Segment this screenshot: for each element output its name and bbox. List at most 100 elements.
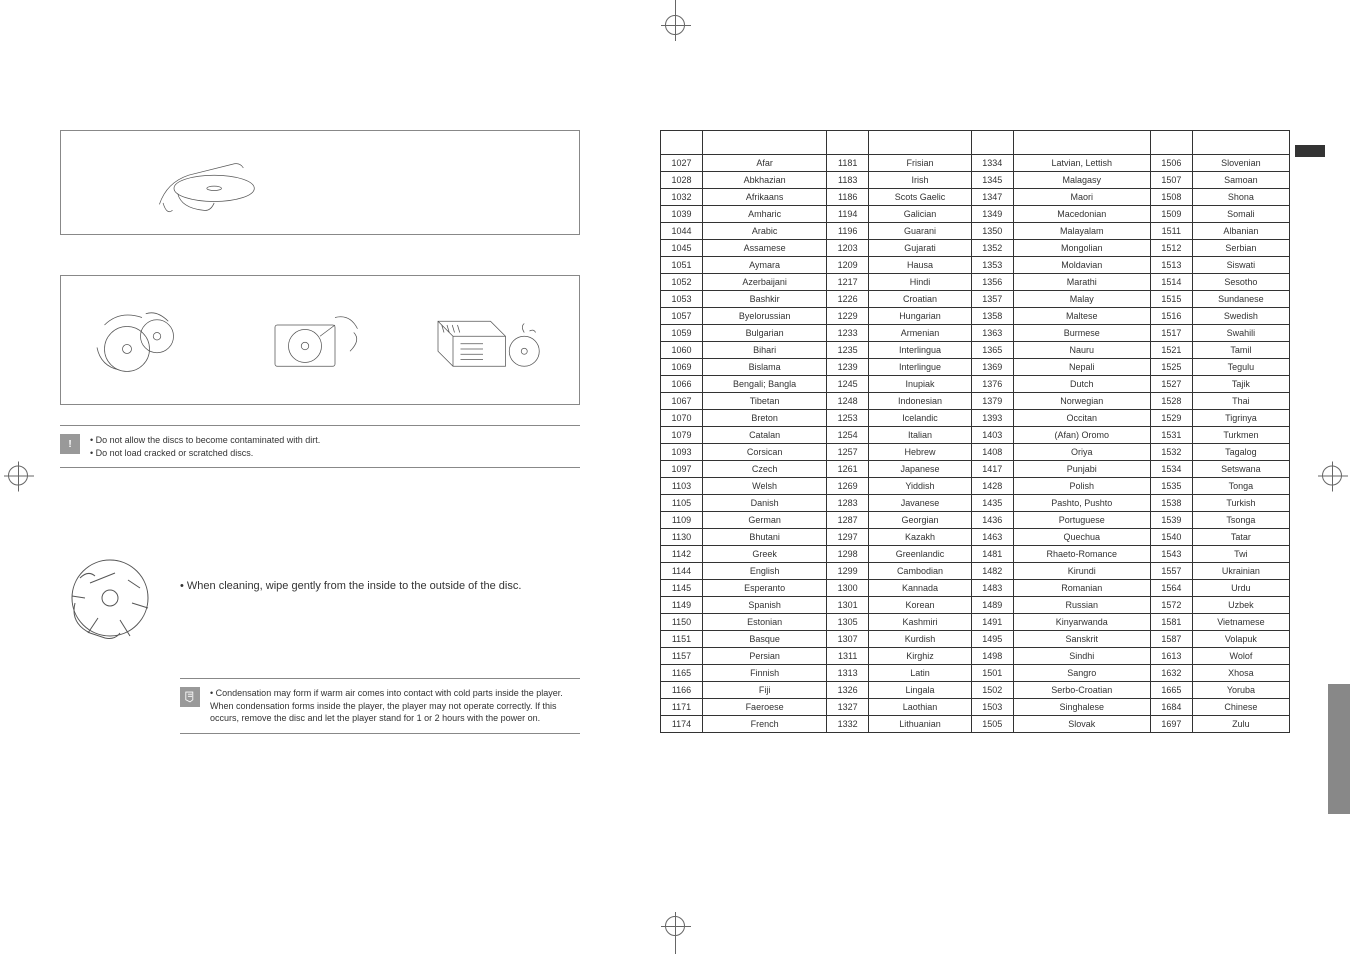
language-code-cell: 1130 xyxy=(661,529,703,546)
table-row: 1051Aymara1209Hausa1353Moldavian1513Sisw… xyxy=(661,257,1290,274)
language-name-cell: Estonian xyxy=(703,614,827,631)
language-name-cell: Afar xyxy=(703,155,827,172)
language-code-cell: 1587 xyxy=(1150,631,1192,648)
language-name-cell: Basque xyxy=(703,631,827,648)
language-name-cell: Nepali xyxy=(1013,359,1150,376)
language-name-cell: Javanese xyxy=(869,495,972,512)
language-name-cell: Japanese xyxy=(869,461,972,478)
language-code-cell: 1145 xyxy=(661,580,703,597)
language-code-cell: 1257 xyxy=(827,444,869,461)
language-code-cell: 1481 xyxy=(971,546,1013,563)
table-header-row xyxy=(661,131,1290,155)
language-code-cell: 1356 xyxy=(971,274,1013,291)
language-name-cell: Afrikaans xyxy=(703,189,827,206)
language-name-cell: Kirundi xyxy=(1013,563,1150,580)
language-code-cell: 1069 xyxy=(661,359,703,376)
language-name-cell: Hausa xyxy=(869,257,972,274)
table-row: 1142Greek1298Greenlandic1481Rhaeto-Roman… xyxy=(661,546,1290,563)
table-row: 1144English1299Cambodian1482Kirundi1557U… xyxy=(661,563,1290,580)
language-name-cell: Romanian xyxy=(1013,580,1150,597)
language-code-cell: 1253 xyxy=(827,410,869,427)
language-code-cell: 1093 xyxy=(661,444,703,461)
language-code-cell: 1245 xyxy=(827,376,869,393)
language-code-cell: 1408 xyxy=(971,444,1013,461)
language-code-cell: 1535 xyxy=(1150,478,1192,495)
language-code-cell: 1417 xyxy=(971,461,1013,478)
language-name-cell: Czech xyxy=(703,461,827,478)
language-code-table: 1027Afar1181Frisian1334Latvian, Lettish1… xyxy=(660,130,1290,733)
language-name-cell: Laothian xyxy=(869,699,972,716)
language-code-cell: 1376 xyxy=(971,376,1013,393)
language-name-cell: Bengali; Bangla xyxy=(703,376,827,393)
table-row: 1130Bhutani1297Kazakh1463Quechua1540Tata… xyxy=(661,529,1290,546)
language-name-cell: Nauru xyxy=(1013,342,1150,359)
language-code-cell: 1379 xyxy=(971,393,1013,410)
registration-mark-bottom xyxy=(665,916,685,939)
language-code-cell: 1183 xyxy=(827,172,869,189)
language-code-cell: 1363 xyxy=(971,325,1013,342)
language-name-cell: French xyxy=(703,716,827,733)
language-code-cell: 1051 xyxy=(661,257,703,274)
language-code-cell: 1428 xyxy=(971,478,1013,495)
language-name-cell: Assamese xyxy=(703,240,827,257)
language-code-cell: 1149 xyxy=(661,597,703,614)
language-name-cell: Somali xyxy=(1192,206,1289,223)
language-name-cell: Bislama xyxy=(703,359,827,376)
language-code-cell: 1613 xyxy=(1150,648,1192,665)
language-name-cell: Albanian xyxy=(1192,223,1289,240)
language-code-cell: 1028 xyxy=(661,172,703,189)
table-row: 1157Persian1311Kirghiz1498Sindhi1613Wolo… xyxy=(661,648,1290,665)
language-name-cell: Kirghiz xyxy=(869,648,972,665)
language-code-cell: 1503 xyxy=(971,699,1013,716)
language-code-cell: 1532 xyxy=(1150,444,1192,461)
language-code-cell: 1060 xyxy=(661,342,703,359)
language-code-cell: 1506 xyxy=(1150,155,1192,172)
language-code-cell: 1350 xyxy=(971,223,1013,240)
language-name-cell: Fiji xyxy=(703,682,827,699)
language-code-cell: 1174 xyxy=(661,716,703,733)
condensation-note: • Condensation may form if warm air come… xyxy=(210,687,580,725)
language-code-cell: 1057 xyxy=(661,308,703,325)
language-name-cell: Xhosa xyxy=(1192,665,1289,682)
language-code-cell: 1527 xyxy=(1150,376,1192,393)
language-code-cell: 1511 xyxy=(1150,223,1192,240)
note-text: • Condensation may form if warm air come… xyxy=(210,687,580,725)
registration-mark-left xyxy=(8,466,28,489)
table-row: 1165Finnish1313Latin1501Sangro1632Xhosa xyxy=(661,665,1290,682)
language-name-cell: Tamil xyxy=(1192,342,1289,359)
language-code-cell: 1498 xyxy=(971,648,1013,665)
language-code-cell: 1482 xyxy=(971,563,1013,580)
language-name-cell: Portuguese xyxy=(1013,512,1150,529)
language-name-cell: Sesotho xyxy=(1192,274,1289,291)
language-name-cell: Punjabi xyxy=(1013,461,1150,478)
language-name-cell: Persian xyxy=(703,648,827,665)
language-name-cell: Scots Gaelic xyxy=(869,189,972,206)
language-code-cell: 1297 xyxy=(827,529,869,546)
language-name-cell: Kashmiri xyxy=(869,614,972,631)
language-code-cell: 1539 xyxy=(1150,512,1192,529)
language-name-cell: English xyxy=(703,563,827,580)
language-name-cell: Kurdish xyxy=(869,631,972,648)
language-name-cell: Lingala xyxy=(869,682,972,699)
disc-handling-illustration xyxy=(60,275,580,405)
language-name-cell: Uzbek xyxy=(1192,597,1289,614)
note-box: • Condensation may form if warm air come… xyxy=(180,678,580,734)
language-name-cell: Aymara xyxy=(703,257,827,274)
language-name-cell: Kazakh xyxy=(869,529,972,546)
language-code-cell: 1483 xyxy=(971,580,1013,597)
language-code-cell: 1581 xyxy=(1150,614,1192,631)
language-code-cell: 1327 xyxy=(827,699,869,716)
language-name-cell: Singhalese xyxy=(1013,699,1150,716)
left-page: ! • Do not allow the discs to become con… xyxy=(60,50,580,734)
disc-cleaning-illustration xyxy=(60,548,160,648)
table-row: 1109German1287Georgian1436Portuguese1539… xyxy=(661,512,1290,529)
language-code-cell: 1393 xyxy=(971,410,1013,427)
language-code-cell: 1052 xyxy=(661,274,703,291)
color-bar xyxy=(1295,145,1325,157)
language-name-cell: Tigrinya xyxy=(1192,410,1289,427)
language-code-cell: 1151 xyxy=(661,631,703,648)
language-code-cell: 1150 xyxy=(661,614,703,631)
language-name-cell: Polish xyxy=(1013,478,1150,495)
language-name-cell: Shona xyxy=(1192,189,1289,206)
language-name-cell: Welsh xyxy=(703,478,827,495)
